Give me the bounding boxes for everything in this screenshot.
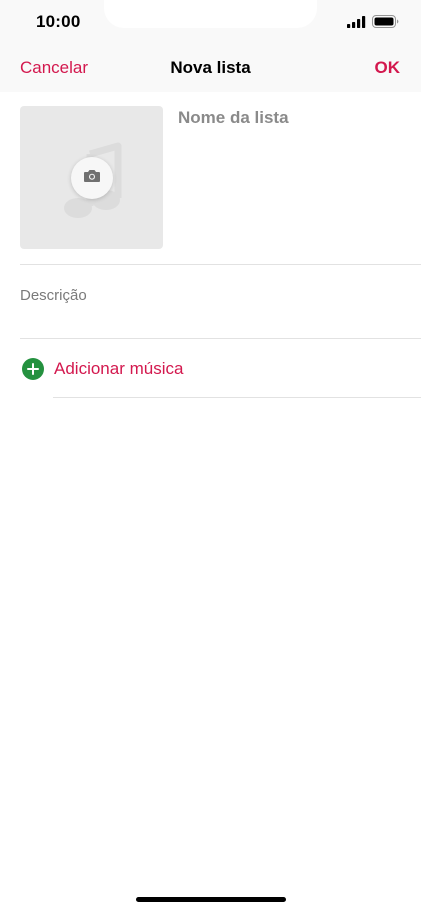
status-bar: 10:00	[0, 0, 421, 44]
divider	[53, 397, 421, 398]
page-title: Nova lista	[170, 58, 251, 77]
plus-circle-icon	[22, 358, 44, 380]
description-input[interactable]	[20, 284, 400, 306]
playlist-artwork[interactable]	[20, 106, 163, 249]
status-icons	[347, 15, 399, 33]
status-time: 10:00	[36, 12, 81, 31]
signal-icon	[347, 15, 366, 33]
divider	[20, 264, 421, 265]
home-indicator[interactable]	[136, 897, 286, 902]
add-music-button[interactable]: Adicionar música	[22, 356, 183, 382]
add-music-label: Adicionar música	[54, 359, 184, 378]
playlist-name-input[interactable]	[178, 106, 408, 130]
add-photo-button[interactable]	[71, 157, 113, 199]
nav-bar: Cancelar Nova lista OK	[0, 44, 421, 92]
battery-icon	[372, 15, 399, 33]
divider	[20, 338, 421, 339]
notch	[104, 0, 317, 28]
screen: 10:00 Cancelar Nova lista OK Nome da lis…	[0, 0, 421, 912]
camera-icon	[83, 169, 101, 188]
ok-button[interactable]: OK	[375, 58, 401, 78]
